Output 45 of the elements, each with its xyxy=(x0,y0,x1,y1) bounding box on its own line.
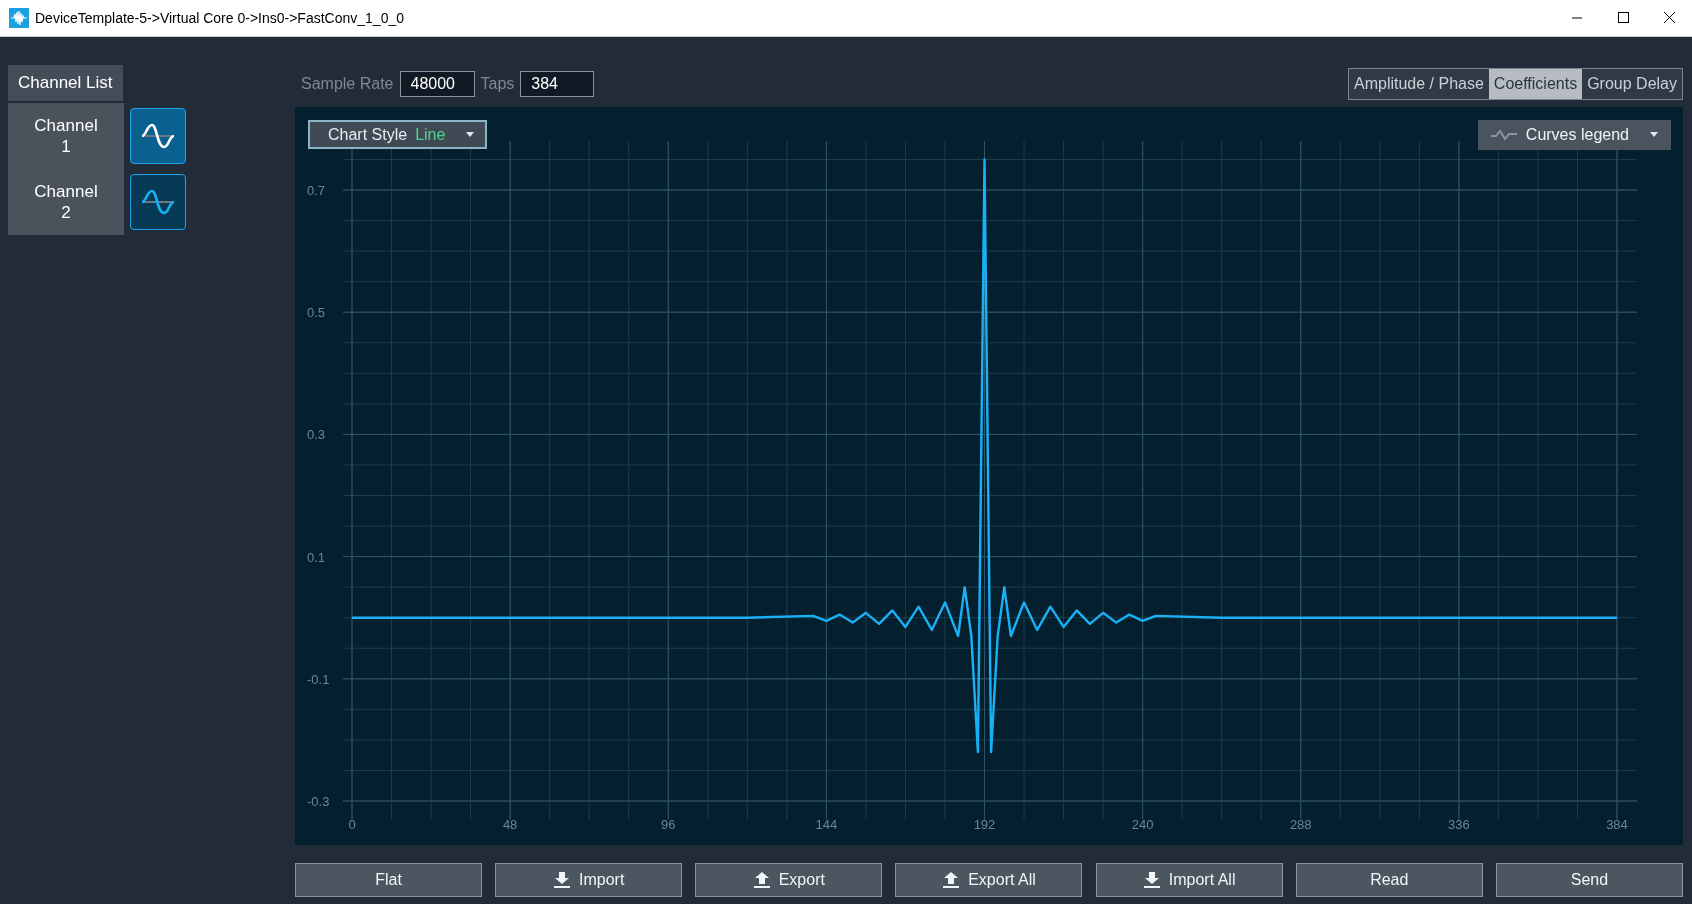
download-icon xyxy=(553,871,571,889)
channel-list-header: Channel List xyxy=(8,65,123,101)
caret-icon xyxy=(1649,132,1659,138)
x-axis-label: 96 xyxy=(661,817,676,832)
channel-wave-button[interactable] xyxy=(130,108,186,164)
sample-rate-field[interactable]: 48000 xyxy=(399,70,475,97)
channel-label[interactable]: Channel 1 xyxy=(8,103,124,169)
action-button[interactable]: Export All xyxy=(895,863,1083,897)
y-axis-label: 0.5 xyxy=(307,305,326,321)
chart-style-dropdown[interactable]: Chart Style Line xyxy=(308,120,488,149)
y-axis-label: 0.3 xyxy=(307,427,326,443)
view-tab[interactable]: Coefficients xyxy=(1488,68,1583,99)
channel-label[interactable]: Channel 2 xyxy=(8,169,124,235)
x-axis-label: 192 xyxy=(973,817,996,832)
x-axis-label: 336 xyxy=(1448,817,1470,832)
upload-icon xyxy=(752,871,771,889)
taps-label: Taps xyxy=(480,74,515,93)
y-axis-label: -0.3 xyxy=(307,794,330,809)
action-button[interactable]: Read xyxy=(1295,863,1483,897)
view-tab[interactable]: Group Delay xyxy=(1582,68,1682,99)
window-title: DeviceTemplate-5->Virtual Core 0->Ins0->FastConv_1_0_0 xyxy=(35,10,404,26)
action-button[interactable]: Import All xyxy=(1095,863,1283,897)
curve-icon xyxy=(1489,128,1518,142)
action-button[interactable]: Import xyxy=(495,863,683,897)
y-axis-label: -0.1 xyxy=(307,671,330,687)
x-axis-label: 0 xyxy=(348,817,356,832)
x-axis-label: 240 xyxy=(1131,817,1154,832)
view-tab[interactable]: Amplitude / Phase xyxy=(1349,68,1489,99)
y-axis-label: 0.1 xyxy=(307,549,326,565)
caret-icon xyxy=(465,131,476,138)
app-logo-icon xyxy=(9,8,29,28)
y-axis-label: 0.7 xyxy=(307,183,326,198)
x-axis-label: 288 xyxy=(1289,817,1312,832)
x-axis-label: 48 xyxy=(502,817,518,832)
channel-wave-button[interactable] xyxy=(130,174,186,230)
download-icon xyxy=(1142,871,1161,889)
action-button[interactable]: Export xyxy=(695,863,883,897)
upload-icon xyxy=(942,871,961,889)
action-button[interactable]: Flat xyxy=(295,863,482,897)
x-axis-label: 384 xyxy=(1606,817,1628,832)
taps-field[interactable]: 384 xyxy=(520,70,595,97)
x-axis-label: 144 xyxy=(815,817,838,832)
action-button[interactable]: Send xyxy=(1495,863,1683,897)
curves-legend-dropdown[interactable]: Curves legend xyxy=(1477,120,1671,150)
sample-rate-label: Sample Rate xyxy=(301,74,394,93)
